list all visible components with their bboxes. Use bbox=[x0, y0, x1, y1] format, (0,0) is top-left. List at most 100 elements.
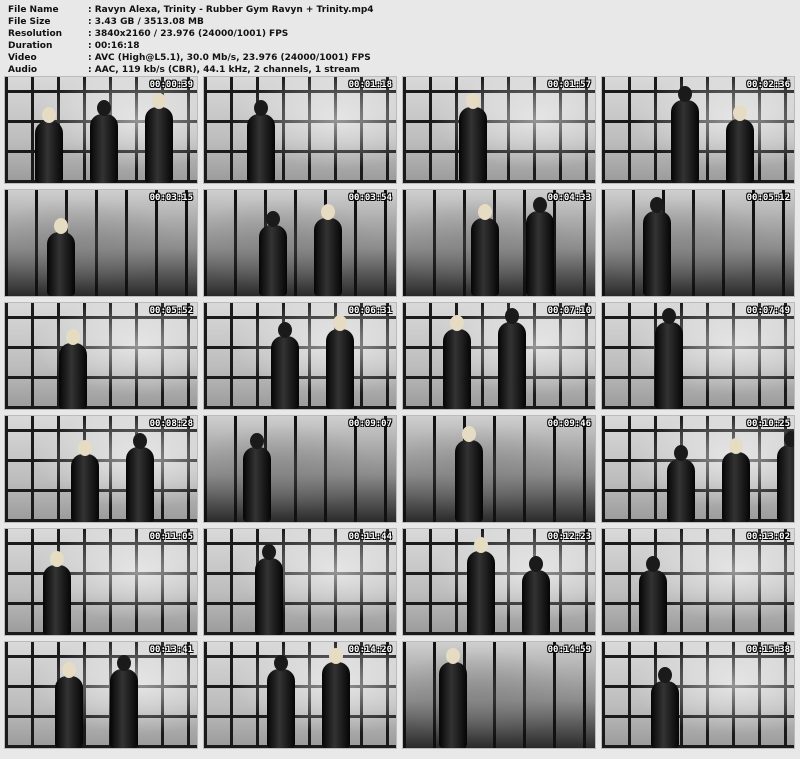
thumbnail-timestamp: 00:05:12 bbox=[746, 193, 790, 203]
figure-silhouette bbox=[522, 556, 550, 635]
thumbnail-timestamp: 00:06:31 bbox=[348, 306, 392, 316]
thumbnail-timestamp: 00:13:02 bbox=[746, 532, 790, 542]
video-thumbnail: 00:14:20 bbox=[203, 641, 397, 749]
figure-silhouette bbox=[498, 308, 526, 409]
info-value: : 00:16:18 bbox=[88, 41, 140, 51]
figure-silhouette bbox=[526, 197, 554, 296]
figure-silhouette bbox=[439, 648, 467, 748]
figure-silhouette bbox=[71, 440, 99, 522]
figure-silhouette bbox=[47, 218, 75, 296]
figure-silhouette bbox=[145, 93, 173, 183]
figure-silhouette bbox=[443, 315, 471, 409]
info-row-resolution: Resolution : 3840x2160 / 23.976 (24000/1… bbox=[8, 28, 374, 40]
file-info-panel: File Name : Ravyn Alexa, Trinity - Rubbe… bbox=[8, 4, 374, 76]
figure-silhouette bbox=[459, 93, 487, 183]
figure-silhouette bbox=[639, 556, 667, 635]
thumbnail-timestamp: 00:03:15 bbox=[149, 193, 193, 203]
figure-silhouette bbox=[667, 445, 695, 522]
figure-silhouette bbox=[777, 431, 794, 522]
info-value: : AVC (High@L5.1), 30.0 Mb/s, 23.976 (24… bbox=[88, 53, 371, 63]
thumbnail-timestamp: 00:11:44 bbox=[348, 532, 392, 542]
info-key: File Size bbox=[8, 17, 51, 27]
thumbnail-timestamp: 00:05:52 bbox=[149, 306, 193, 316]
info-key: File Name bbox=[8, 5, 59, 15]
figure-silhouette bbox=[314, 204, 342, 296]
thumbnail-timestamp: 00:14:59 bbox=[547, 645, 591, 655]
figure-silhouette bbox=[243, 433, 271, 522]
figure-silhouette bbox=[271, 322, 299, 409]
thumbnail-timestamp: 00:01:57 bbox=[547, 80, 591, 90]
thumbnail-timestamp: 00:09:46 bbox=[547, 419, 591, 429]
info-row-video: Video : AVC (High@L5.1), 30.0 Mb/s, 23.9… bbox=[8, 52, 374, 64]
figure-silhouette bbox=[59, 329, 87, 409]
video-thumbnail: 00:13:02 bbox=[601, 528, 795, 636]
info-value: : 3.43 GB / 3513.08 MB bbox=[88, 17, 204, 27]
figure-silhouette bbox=[322, 648, 350, 748]
info-key: Resolution bbox=[8, 29, 63, 39]
figure-silhouette bbox=[455, 426, 483, 522]
video-thumbnail: 00:07:10 bbox=[402, 302, 596, 410]
thumbnail-timestamp: 00:03:54 bbox=[348, 193, 392, 203]
figure-silhouette bbox=[43, 551, 71, 635]
video-thumbnail: 00:08:28 bbox=[4, 415, 198, 523]
video-thumbnail: 00:03:15 bbox=[4, 189, 198, 297]
figure-silhouette bbox=[267, 655, 295, 748]
video-thumbnail: 00:02:36 bbox=[601, 76, 795, 184]
video-thumbnail: 00:14:59 bbox=[402, 641, 596, 749]
thumbnail-grid: 00:00:39 00:01:18 00:01:57 00:02:36 00:03:15… bbox=[4, 76, 796, 756]
thumbnail-timestamp: 00:11:05 bbox=[149, 532, 193, 542]
figure-silhouette bbox=[726, 105, 754, 183]
info-row-audio: Audio : AAC, 119 kb/s (CBR), 44.1 kHz, 2… bbox=[8, 64, 374, 76]
info-row-file-name: File Name : Ravyn Alexa, Trinity - Rubbe… bbox=[8, 4, 374, 16]
video-thumbnail: 00:11:44 bbox=[203, 528, 397, 636]
video-thumbnail: 00:04:33 bbox=[402, 189, 596, 297]
figure-silhouette bbox=[90, 100, 118, 183]
info-row-file-size: File Size : 3.43 GB / 3513.08 MB bbox=[8, 16, 374, 28]
video-thumbnail: 00:05:12 bbox=[601, 189, 795, 297]
thumbnail-timestamp: 00:12:23 bbox=[547, 532, 591, 542]
video-thumbnail: 00:07:49 bbox=[601, 302, 795, 410]
video-thumbnail: 00:11:05 bbox=[4, 528, 198, 636]
video-thumbnail: 00:00:39 bbox=[4, 76, 198, 184]
video-thumbnail: 00:09:46 bbox=[402, 415, 596, 523]
thumbnail-timestamp: 00:02:36 bbox=[746, 80, 790, 90]
figure-silhouette bbox=[655, 308, 683, 409]
figure-silhouette bbox=[255, 544, 283, 635]
thumbnail-timestamp: 00:14:20 bbox=[348, 645, 392, 655]
figure-silhouette bbox=[722, 438, 750, 522]
figure-silhouette bbox=[259, 211, 287, 296]
figure-silhouette bbox=[55, 662, 83, 748]
figure-silhouette bbox=[326, 315, 354, 409]
video-thumbnail: 00:13:41 bbox=[4, 641, 198, 749]
video-thumbnail: 00:01:57 bbox=[402, 76, 596, 184]
figure-silhouette bbox=[671, 86, 699, 183]
info-value: : 3840x2160 / 23.976 (24000/1001) FPS bbox=[88, 29, 289, 39]
video-thumbnail: 00:01:18 bbox=[203, 76, 397, 184]
thumbnail-timestamp: 00:01:18 bbox=[348, 80, 392, 90]
thumbnail-timestamp: 00:00:39 bbox=[149, 80, 193, 90]
info-value: : Ravyn Alexa, Trinity - Rubber Gym Ravy… bbox=[88, 5, 374, 15]
figure-silhouette bbox=[651, 667, 679, 748]
video-thumbnail: 00:05:52 bbox=[4, 302, 198, 410]
thumbnail-timestamp: 00:13:41 bbox=[149, 645, 193, 655]
figure-silhouette bbox=[247, 100, 275, 183]
figure-silhouette bbox=[110, 655, 138, 748]
video-thumbnail: 00:12:23 bbox=[402, 528, 596, 636]
thumbnail-timestamp: 00:04:33 bbox=[547, 193, 591, 203]
figure-silhouette bbox=[35, 107, 63, 183]
thumbnail-timestamp: 00:15:38 bbox=[746, 645, 790, 655]
info-value: : AAC, 119 kb/s (CBR), 44.1 kHz, 2 chann… bbox=[88, 65, 360, 75]
thumbnail-timestamp: 00:07:10 bbox=[547, 306, 591, 316]
info-row-duration: Duration : 00:16:18 bbox=[8, 40, 374, 52]
video-thumbnail: 00:03:54 bbox=[203, 189, 397, 297]
thumbnail-timestamp: 00:07:49 bbox=[746, 306, 790, 316]
info-key: Video bbox=[8, 53, 37, 63]
figure-silhouette bbox=[471, 204, 499, 296]
thumbnail-timestamp: 00:09:07 bbox=[348, 419, 392, 429]
video-thumbnail: 00:09:07 bbox=[203, 415, 397, 523]
figure-silhouette bbox=[126, 433, 154, 522]
video-thumbnail: 00:06:31 bbox=[203, 302, 397, 410]
figure-silhouette bbox=[643, 197, 671, 296]
info-key: Audio bbox=[8, 65, 38, 75]
thumbnail-timestamp: 00:08:28 bbox=[149, 419, 193, 429]
